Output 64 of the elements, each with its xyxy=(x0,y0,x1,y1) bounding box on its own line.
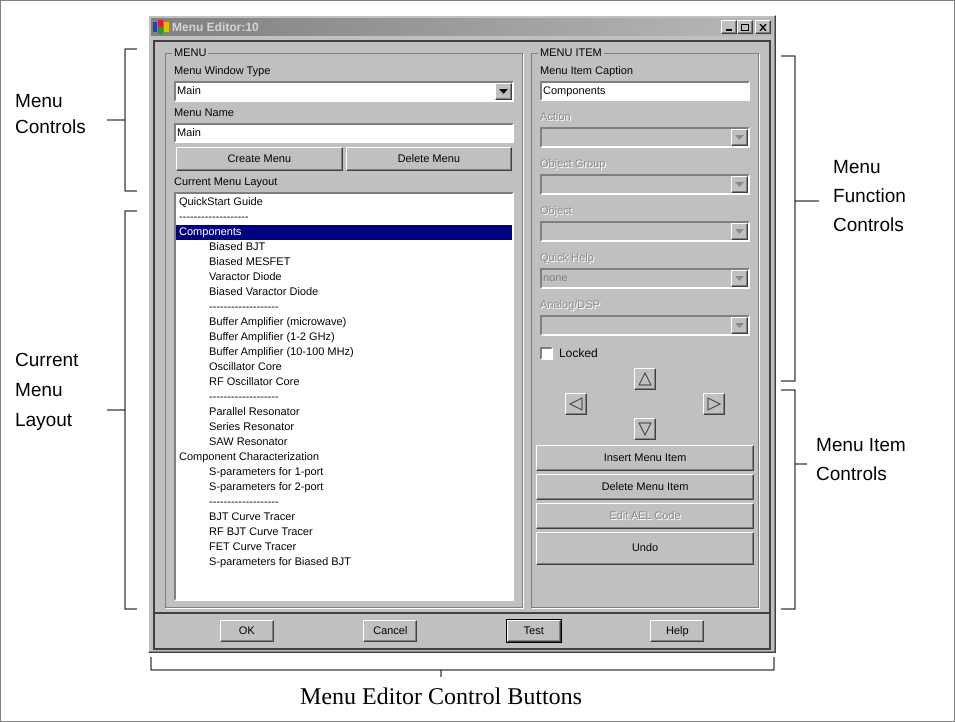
menu-layout-item[interactable]: ------------------- xyxy=(176,495,512,510)
menu-layout-item[interactable]: Biased BJT xyxy=(176,240,512,255)
menu-item-button[interactable]: Insert Menu Item xyxy=(536,445,754,471)
menu-name-field[interactable]: Main xyxy=(174,123,514,143)
callout-label: Menu Editor Control Buttons xyxy=(299,683,583,712)
app-icon xyxy=(153,20,169,34)
dialog-button[interactable]: Cancel xyxy=(363,620,418,642)
move-left-button[interactable] xyxy=(565,393,587,415)
move-down-button[interactable] xyxy=(634,418,656,440)
menu-layout-item[interactable]: BJT Curve Tracer xyxy=(176,510,512,525)
menu-layout-item[interactable]: Parallel Resonator xyxy=(176,405,512,420)
menu-layout-item[interactable]: QuickStart Guide xyxy=(176,195,512,210)
menu-layout-item[interactable]: Series Resonator xyxy=(176,420,512,435)
close-button[interactable] xyxy=(755,20,771,34)
close-icon xyxy=(759,24,767,30)
menu-layout-item[interactable]: SAW Resonator xyxy=(176,435,512,450)
menu-layout-item[interactable]: Component Characterization xyxy=(176,450,512,465)
field-label: Object xyxy=(540,204,573,219)
window-title: Menu Editor:10 xyxy=(172,19,259,36)
menu-layout-item[interactable]: Buffer Amplifier (1-2 GHz) xyxy=(176,330,512,345)
menu-layout-item[interactable]: Buffer Amplifier (microwave) xyxy=(176,315,512,330)
move-right-button[interactable] xyxy=(703,393,725,415)
menu-layout-item[interactable]: Components xyxy=(176,225,512,240)
menu-layout-item[interactable]: Varactor Diode xyxy=(176,270,512,285)
callout-label: Menu Item Controls xyxy=(816,434,907,487)
maximize-button[interactable] xyxy=(737,20,753,34)
minimize-button[interactable] xyxy=(721,20,737,34)
menu-layout-item[interactable]: FET Curve Tracer xyxy=(176,540,512,555)
dialog-button[interactable]: Help xyxy=(650,620,704,642)
field-label: Action xyxy=(540,110,572,125)
menu-item-button[interactable]: Undo xyxy=(536,532,754,565)
maximize-icon xyxy=(741,24,749,30)
menu-layout-item[interactable]: RF BJT Curve Tracer xyxy=(176,525,512,540)
menu-layout-item[interactable]: Biased MESFET xyxy=(176,255,512,270)
menu-layout-item[interactable]: Biased Varactor Diode xyxy=(176,285,512,300)
callout-label: Menu Controls xyxy=(15,90,87,140)
field-label: Menu Window Type xyxy=(174,64,272,79)
dialog-button[interactable]: OK xyxy=(220,620,274,642)
menu-layout-item[interactable]: ------------------- xyxy=(176,390,512,405)
field-label: Quick Help xyxy=(540,251,595,266)
menu-button[interactable]: Create Menu xyxy=(176,147,342,171)
move-up-button[interactable] xyxy=(634,368,656,390)
field-label: Object Group xyxy=(540,157,606,172)
menu-layout-item[interactable]: ------------------- xyxy=(176,300,512,315)
menu-button[interactable]: Delete Menu xyxy=(346,147,512,171)
window-type-dropdown[interactable]: Main xyxy=(174,81,514,102)
menu-layout-item[interactable]: S-parameters for Biased BJT xyxy=(176,555,512,570)
menu-layout-item[interactable]: Buffer Amplifier (10-100 MHz) xyxy=(176,345,512,360)
menu-layout-item[interactable]: Oscillator Core xyxy=(176,360,512,375)
menu-layout-item[interactable]: S-parameters for 1-port xyxy=(176,465,512,480)
field-label: Current Menu Layout xyxy=(174,175,278,190)
menu-item-button[interactable]: Delete Menu Item xyxy=(536,474,754,500)
locked-checkbox[interactable] xyxy=(540,346,553,360)
callout-label: Current Menu Layout xyxy=(15,349,80,433)
dialog-button[interactable]: Test xyxy=(506,620,561,642)
caption-field[interactable]: Components xyxy=(540,81,750,101)
callout-label: Menu Function Controls xyxy=(833,156,907,238)
checkbox-label: Locked xyxy=(559,345,598,362)
field-label: Analog/DSP xyxy=(540,298,601,313)
menu-layout-item[interactable]: RF Oscillator Core xyxy=(176,375,512,390)
field-label: Menu Item Caption xyxy=(540,64,634,79)
menu-layout-item[interactable]: S-parameters for 2-port xyxy=(176,480,512,495)
field-label: Menu Name xyxy=(174,106,235,121)
menu-layout-item[interactable]: ------------------- xyxy=(176,210,512,225)
